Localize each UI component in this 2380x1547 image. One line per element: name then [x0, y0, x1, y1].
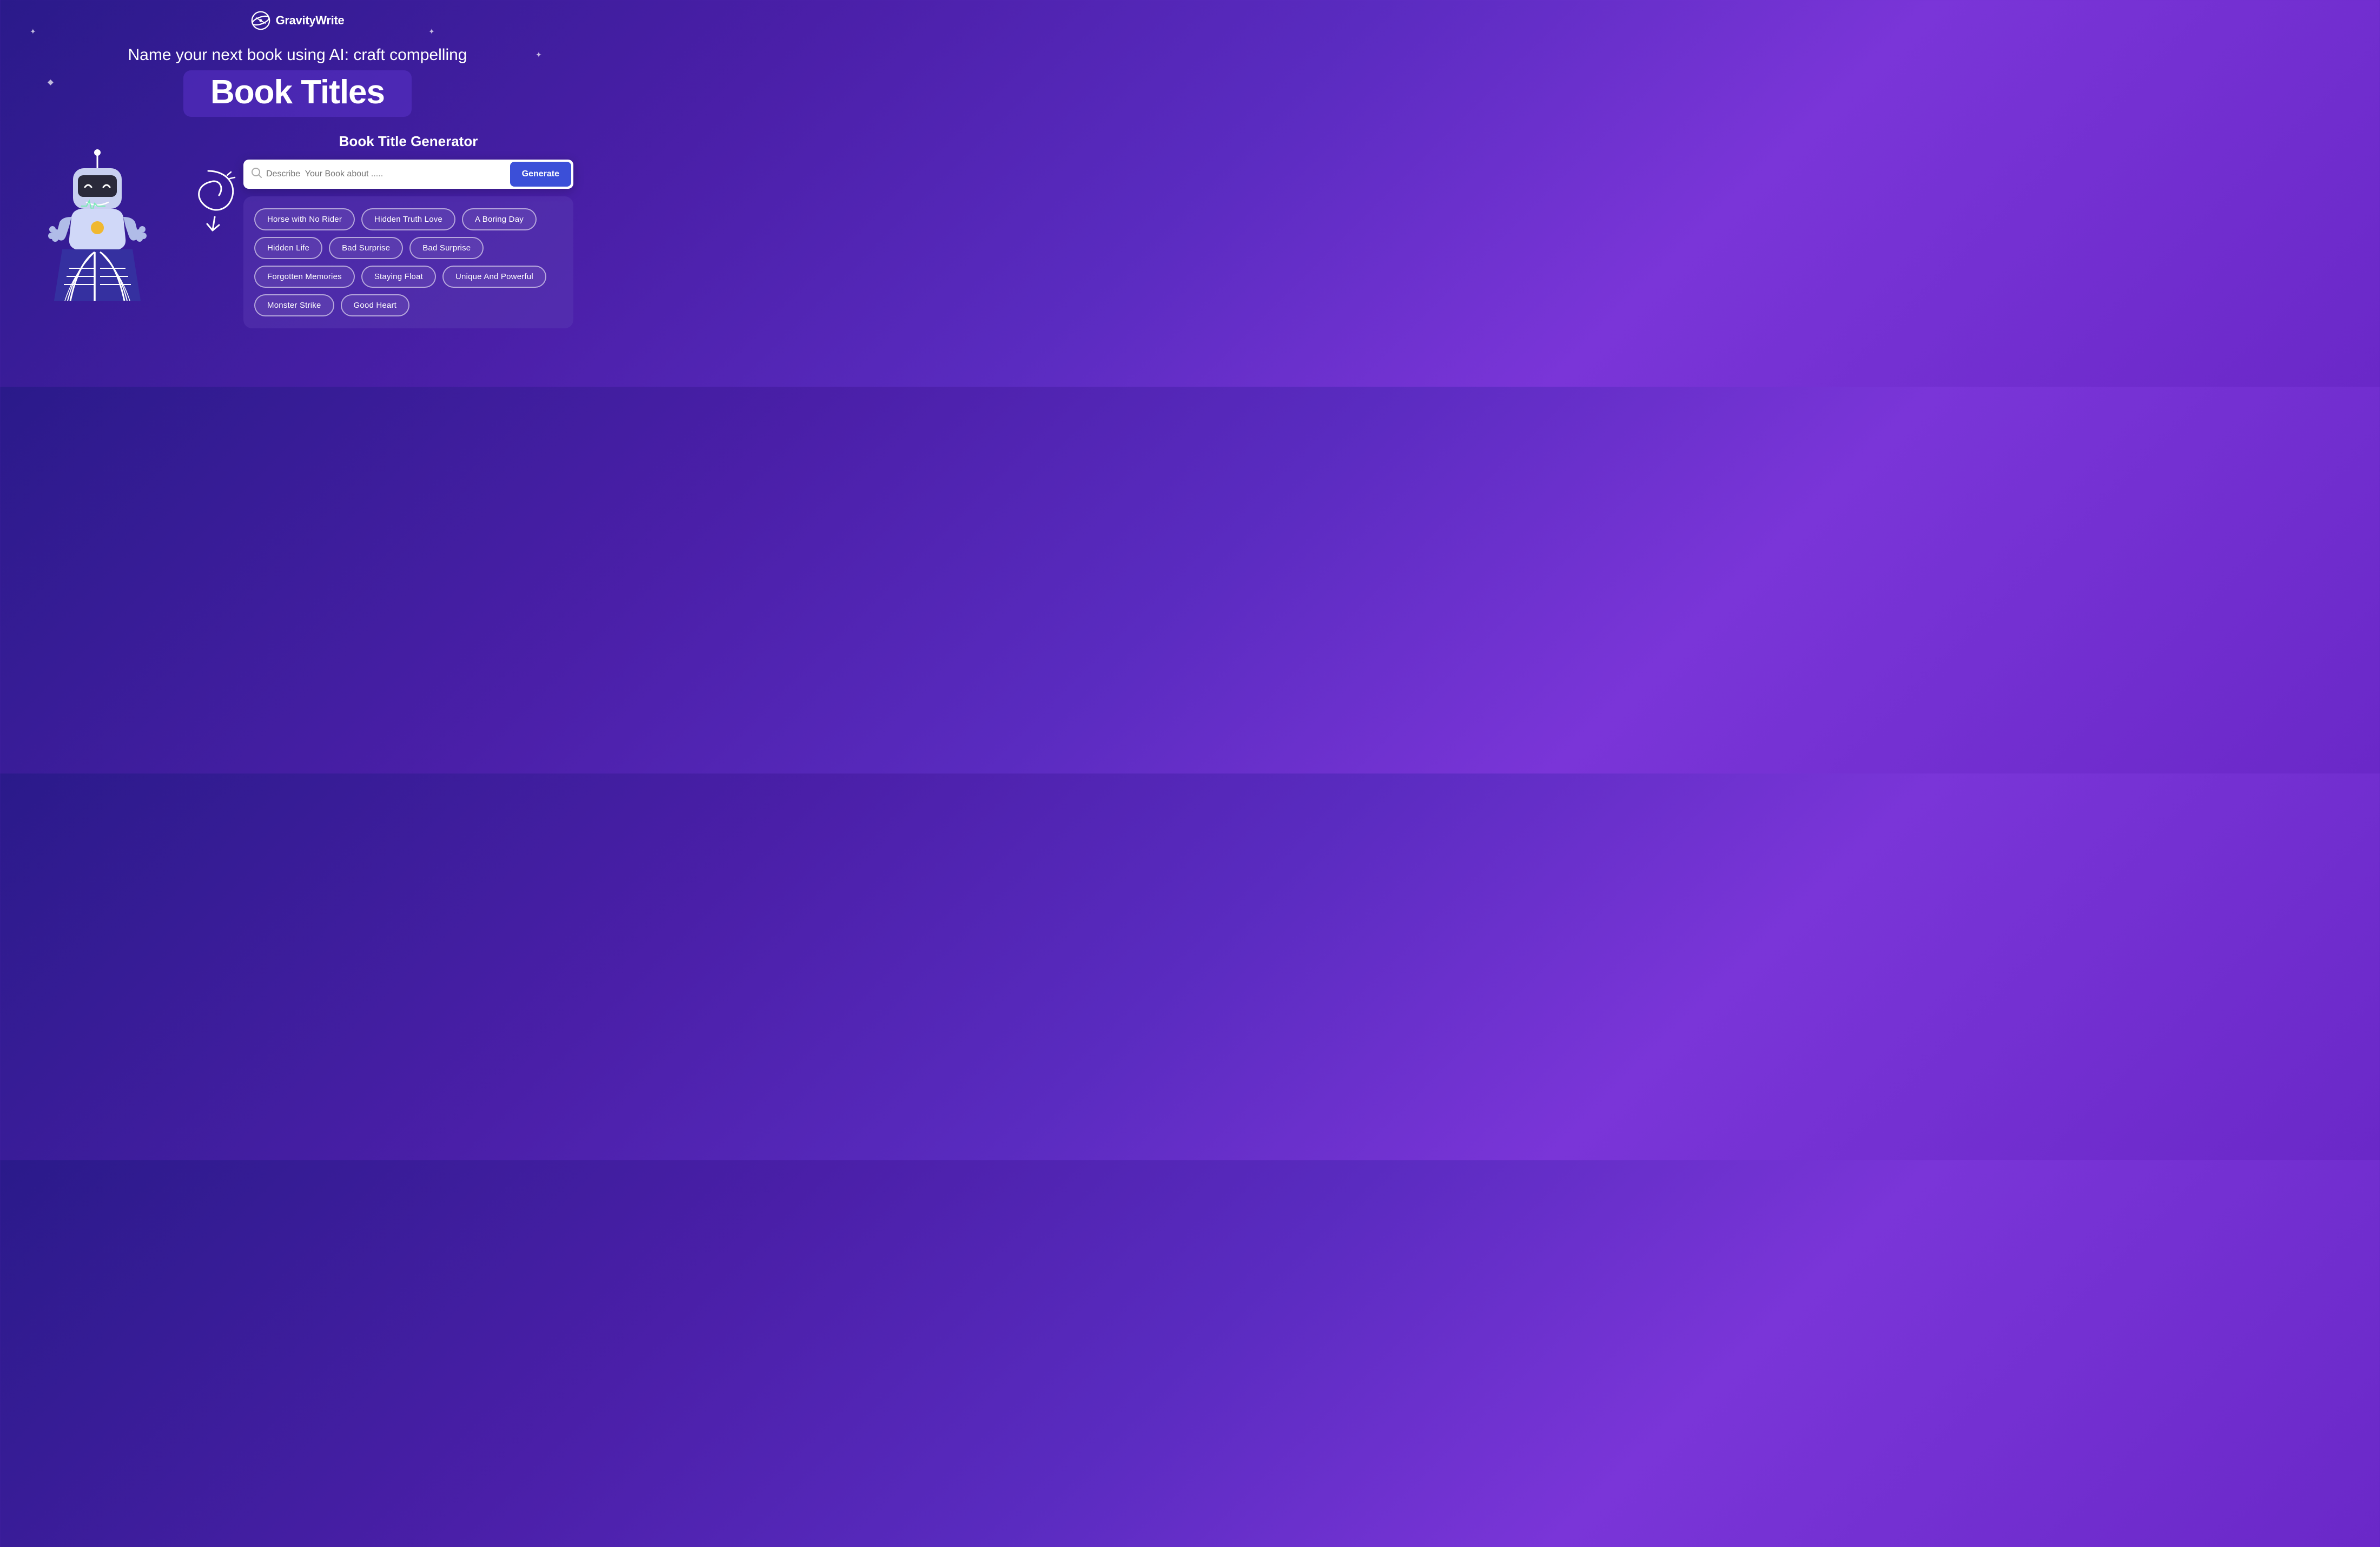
star-decoration-3: ✦: [536, 50, 542, 60]
header: GravityWrite: [251, 11, 345, 30]
star-decoration-5: ◆: [48, 77, 54, 87]
right-panel: Book Title Generator Generate Horse with…: [243, 133, 573, 328]
chip-item: Good Heart: [341, 294, 410, 316]
generate-button[interactable]: Generate: [510, 162, 571, 187]
hero-main-headline: Book Titles: [210, 76, 385, 109]
chip-item: Unique And Powerful: [442, 266, 546, 288]
search-icon: [251, 167, 262, 181]
chip-item: Bad Surprise: [409, 237, 484, 259]
content-row: Book Title Generator Generate Horse with…: [22, 133, 573, 328]
robot-svg: [32, 138, 162, 301]
search-input[interactable]: [266, 169, 506, 179]
hero-main-headline-wrapper: Book Titles: [183, 70, 412, 117]
brand-name: GravityWrite: [276, 14, 345, 28]
chips-panel: Horse with No Rider Hidden Truth Love A Bo…: [243, 196, 573, 328]
chip-item: Monster Strike: [254, 294, 334, 316]
chip-item: Horse with No Rider: [254, 208, 355, 230]
logo-icon: [251, 11, 270, 30]
star-decoration-1: ✦: [30, 27, 36, 36]
chip-item: A Boring Day: [462, 208, 537, 230]
arrow-svg: [176, 166, 241, 236]
chip-item: Forgotten Memories: [254, 266, 355, 288]
hero-sub-headline: Name your next book using AI: craft comp…: [128, 45, 467, 65]
chip-item: Hidden Truth Love: [361, 208, 455, 230]
chip-item: Staying Float: [361, 266, 436, 288]
search-bar: Generate: [243, 160, 573, 189]
hero-section: Name your next book using AI: craft comp…: [128, 45, 467, 117]
panel-title: Book Title Generator: [243, 133, 573, 150]
robot-illustration: [22, 138, 173, 301]
star-decoration-2: ✦: [428, 27, 435, 36]
arrow-illustration: [173, 166, 243, 236]
chip-item: Hidden Life: [254, 237, 322, 259]
chip-item: Bad Surprise: [329, 237, 403, 259]
